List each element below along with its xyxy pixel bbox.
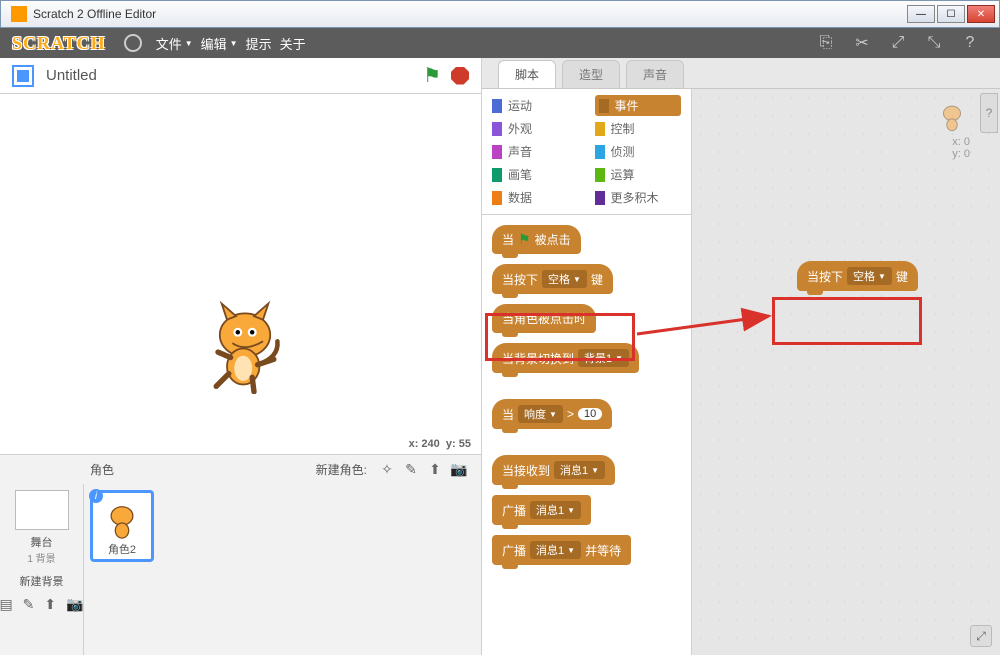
stage[interactable]: x: 240 y: 55 bbox=[0, 94, 481, 454]
paint-sprite-icon[interactable]: ✎ bbox=[402, 461, 420, 479]
window-titlebar: Scratch 2 Offline Editor — ☐ ✕ bbox=[0, 0, 1000, 28]
block-palette: 运动 事件 外观 控制 声音 侦测 画笔 运算 数据 更多积木 当⚑被点击 bbox=[482, 89, 692, 655]
project-title[interactable]: Untitled bbox=[46, 67, 423, 84]
message-dropdown[interactable]: 消息1▼ bbox=[554, 461, 605, 479]
block-when-receive[interactable]: 当接收到 消息1▼ bbox=[492, 455, 615, 485]
new-backdrop-label: 新建背景 bbox=[0, 573, 83, 589]
window-title: Scratch 2 Offline Editor bbox=[33, 7, 907, 21]
zoom-button[interactable]: ⤢ bbox=[970, 625, 992, 647]
script-key-dropdown[interactable]: 空格▼ bbox=[847, 267, 892, 285]
green-flag-icon[interactable]: ⚑ bbox=[423, 63, 441, 88]
backdrop-count: 1 背景 bbox=[0, 550, 83, 565]
category-data[interactable]: 数据 bbox=[492, 187, 579, 208]
menu-file[interactable]: 文件▼ bbox=[156, 34, 193, 53]
camera-backdrop-icon[interactable]: 📷 bbox=[66, 595, 83, 613]
sprite-pane-header: 角色 新建角色: ✧ ✎ ⬆ 📷 bbox=[0, 454, 481, 484]
tab-costumes[interactable]: 造型 bbox=[562, 60, 620, 88]
scratch-logo: SCRATCH bbox=[12, 33, 106, 54]
category-sensing[interactable]: 侦测 bbox=[595, 141, 682, 162]
category-events[interactable]: 事件 bbox=[595, 95, 682, 116]
category-more[interactable]: 更多积木 bbox=[595, 187, 682, 208]
menu-bar: SCRATCH 文件▼ 编辑▼ 提示 关于 ⎘ ✂ ⤢ ⤡ ? bbox=[0, 28, 1000, 58]
block-broadcast[interactable]: 广播 消息1▼ bbox=[492, 495, 591, 525]
category-looks[interactable]: 外观 bbox=[492, 118, 579, 139]
minimize-button[interactable]: — bbox=[907, 5, 935, 23]
key-dropdown[interactable]: 空格▼ bbox=[542, 270, 587, 288]
block-when-flag-clicked[interactable]: 当⚑被点击 bbox=[492, 225, 581, 254]
tab-sounds[interactable]: 声音 bbox=[626, 60, 684, 88]
shrink-icon[interactable]: ⤡ bbox=[922, 31, 946, 55]
maximize-button[interactable]: ☐ bbox=[937, 5, 965, 23]
app-icon bbox=[11, 6, 27, 22]
annotation-box-script bbox=[772, 297, 922, 345]
broadcast-wait-dropdown[interactable]: 消息1▼ bbox=[530, 541, 581, 559]
sprite-list: i 角色2 bbox=[84, 484, 481, 655]
category-sound[interactable]: 声音 bbox=[492, 141, 579, 162]
script-block-when-key-pressed[interactable]: 当按下 空格▼ 键 bbox=[797, 261, 918, 291]
tab-scripts[interactable]: 脚本 bbox=[498, 60, 556, 88]
loudness-dropdown[interactable]: 响度▼ bbox=[518, 405, 563, 423]
blocks-list: 当⚑被点击 当按下 空格▼ 键 当角色被点击时 当背景切换到 背景1▼ 当 bbox=[482, 215, 691, 575]
flag-icon: ⚑ bbox=[518, 231, 531, 248]
grow-icon[interactable]: ⤢ bbox=[886, 31, 910, 55]
sprite-info-icon[interactable]: i bbox=[89, 489, 103, 503]
category-motion[interactable]: 运动 bbox=[492, 95, 579, 116]
menu-edit[interactable]: 编辑▼ bbox=[201, 34, 238, 53]
category-control[interactable]: 控制 bbox=[595, 118, 682, 139]
editor-tabs: 脚本 造型 声音 bbox=[482, 58, 1000, 88]
sprite-thumbnail[interactable]: i 角色2 bbox=[90, 490, 154, 562]
block-when-key-pressed[interactable]: 当按下 空格▼ 键 bbox=[492, 264, 613, 294]
close-button[interactable]: ✕ bbox=[967, 5, 995, 23]
category-pen[interactable]: 画笔 bbox=[492, 164, 579, 185]
sprite-name: 角色2 bbox=[108, 541, 136, 557]
block-broadcast-wait[interactable]: 广播 消息1▼ 并等待 bbox=[492, 535, 631, 565]
sprites-label: 角色 bbox=[10, 461, 316, 478]
category-grid: 运动 事件 外观 控制 声音 侦测 画笔 运算 数据 更多积木 bbox=[482, 89, 691, 215]
camera-sprite-icon[interactable]: 📷 bbox=[450, 461, 468, 479]
sprite-preview-icon bbox=[934, 97, 970, 133]
stage-label: 舞台 bbox=[0, 534, 83, 550]
broadcast-dropdown[interactable]: 消息1▼ bbox=[530, 501, 581, 519]
stage-thumbnail[interactable] bbox=[15, 490, 69, 530]
menu-tips[interactable]: 提示 bbox=[246, 34, 272, 53]
upload-backdrop-icon[interactable]: ⬆ bbox=[44, 595, 56, 613]
stop-button[interactable] bbox=[451, 67, 469, 85]
script-area[interactable]: x: 0 y: 0 ? 当按下 空格▼ 键 ⤢ bbox=[692, 89, 1000, 655]
category-operators[interactable]: 运算 bbox=[595, 164, 682, 185]
sprite-on-stage[interactable] bbox=[200, 294, 290, 394]
choose-backdrop-icon[interactable]: ▤ bbox=[0, 595, 13, 613]
fullscreen-icon[interactable] bbox=[12, 65, 34, 87]
new-sprite-label: 新建角色: bbox=[316, 461, 367, 478]
help-icon[interactable]: ? bbox=[958, 31, 982, 55]
menu-about[interactable]: 关于 bbox=[280, 34, 306, 53]
stage-thumb-column: 舞台 1 背景 新建背景 ▤ ✎ ⬆ 📷 bbox=[0, 484, 84, 655]
scissors-icon[interactable]: ✂ bbox=[850, 31, 874, 55]
choose-sprite-icon[interactable]: ✧ bbox=[378, 461, 396, 479]
stage-header: v461 Untitled ⚑ bbox=[0, 58, 481, 94]
globe-icon[interactable] bbox=[124, 34, 142, 52]
upload-sprite-icon[interactable]: ⬆ bbox=[426, 461, 444, 479]
stage-coords: x: 240 y: 55 bbox=[409, 438, 471, 450]
help-drawer-button[interactable]: ? bbox=[980, 93, 998, 133]
loudness-value[interactable]: 10 bbox=[578, 408, 602, 420]
block-when-loudness[interactable]: 当 响度▼ > 10 bbox=[492, 399, 612, 429]
sprite-info-panel: x: 0 y: 0 bbox=[934, 97, 970, 160]
stamp-icon[interactable]: ⎘ bbox=[814, 31, 838, 55]
paint-backdrop-icon[interactable]: ✎ bbox=[23, 595, 35, 613]
annotation-box-palette bbox=[485, 313, 635, 361]
